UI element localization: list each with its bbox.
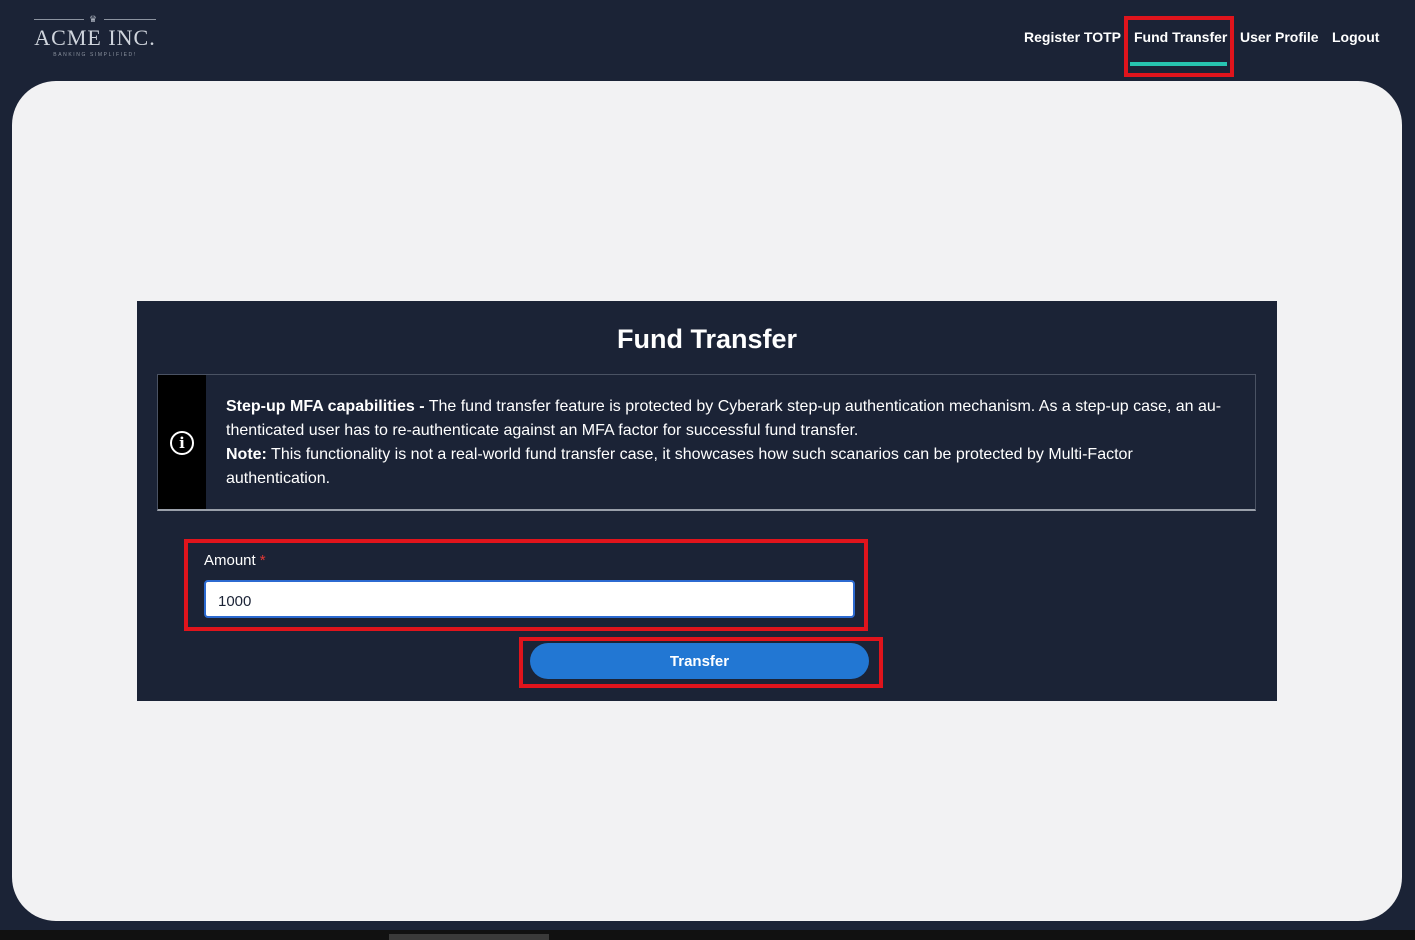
- highlight-transfer-button: [519, 637, 883, 688]
- info-strip: i: [158, 375, 206, 509]
- logo-rule-right: [104, 19, 156, 20]
- page-title: Fund Transfer: [616, 324, 798, 354]
- logo-name: ACME INC.: [34, 25, 156, 50]
- crown-icon: ♛: [89, 14, 98, 24]
- info-box: i Step-up MFA capabilities - The fund tr…: [157, 374, 1256, 511]
- bottom-bar: [0, 930, 1415, 940]
- info-icon: i: [170, 431, 194, 455]
- info-text: Step-up MFA capabilities - The fund tran…: [226, 395, 1226, 491]
- highlight-amount-field: [184, 539, 868, 631]
- nav-user-profile[interactable]: User Profile: [1240, 29, 1319, 45]
- note-label: Note:: [226, 446, 267, 463]
- highlight-fund-transfer-nav: [1124, 16, 1234, 77]
- info-heading: Step-up MFA capabilities -: [226, 398, 425, 415]
- acme-logo[interactable]: ♛ ACME INC. BANKING SIMPLIFIED!: [34, 14, 156, 62]
- nav-register-totp[interactable]: Register TOTP: [1024, 29, 1121, 45]
- logo-tagline: BANKING SIMPLIFIED!: [53, 52, 137, 58]
- bottom-scroll-segment: [389, 934, 549, 940]
- note-text: This functionality is not a real-world f…: [226, 446, 1133, 487]
- logo-rule-left: [34, 19, 84, 20]
- nav-logout[interactable]: Logout: [1332, 29, 1379, 45]
